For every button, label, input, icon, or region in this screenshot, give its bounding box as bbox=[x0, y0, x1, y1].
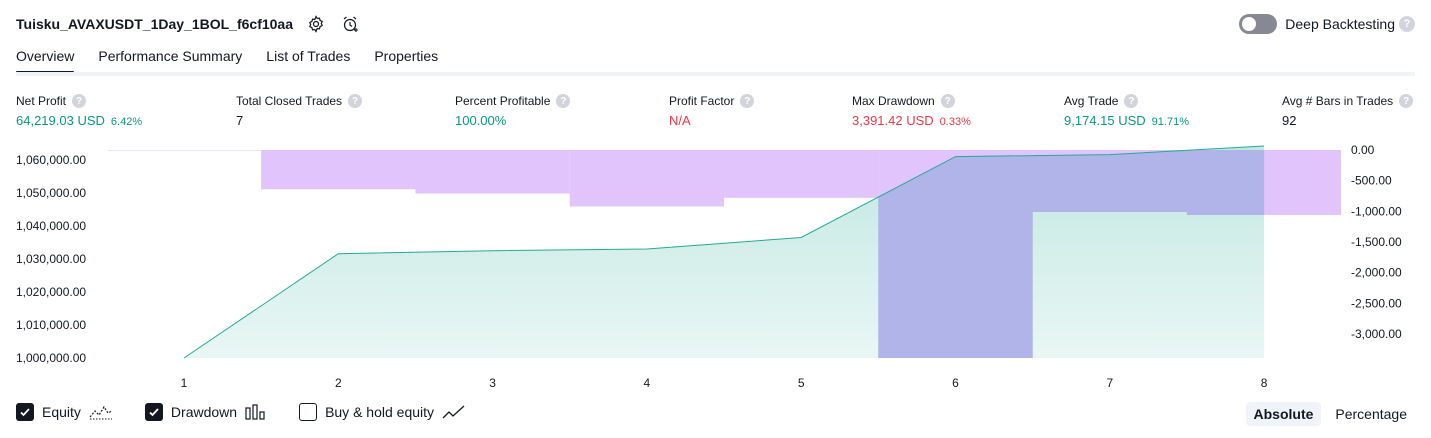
metric-max-drawdown: Max Drawdown? 3,391.42 USD 0.33% bbox=[852, 94, 971, 128]
x-axis-tick-label: 4 bbox=[644, 376, 651, 390]
x-axis-tick-label: 5 bbox=[798, 376, 805, 390]
help-icon[interactable]: ? bbox=[348, 94, 363, 108]
metric-avg-bars-in-trades: Avg # Bars in Trades? 92 bbox=[1282, 94, 1414, 128]
right-axis-tick-label: -2,000.00 bbox=[1351, 266, 1402, 280]
tab-overview[interactable]: Overview bbox=[16, 48, 75, 74]
metric-percent: 91.71% bbox=[1151, 116, 1189, 128]
help-icon[interactable]: ? bbox=[1124, 94, 1139, 108]
tab-properties[interactable]: Properties bbox=[374, 48, 438, 74]
equity-drawdown-chart[interactable]: 1,000,000.00 1,010,000.00 1,020,000.00 1,03… bbox=[0, 140, 1431, 395]
metric-total-closed-trades: Total Closed Trades? 7 bbox=[236, 94, 363, 128]
metric-avg-trade: Avg Trade? 9,174.15 USD 91.71% bbox=[1064, 94, 1189, 128]
toggle-knob bbox=[1242, 17, 1257, 31]
deep-backtesting-control: Deep Backtesting ? bbox=[1239, 14, 1415, 34]
buy-hold-line-icon bbox=[442, 404, 466, 420]
alarm-clock-icon[interactable] bbox=[339, 13, 361, 35]
help-icon[interactable]: ? bbox=[740, 94, 755, 108]
legend-equity[interactable]: Equity bbox=[16, 403, 113, 421]
right-axis-tick-label: -2,500.00 bbox=[1351, 296, 1402, 310]
metric-percent: 0.33% bbox=[939, 116, 971, 128]
metric-label: Profit Factor bbox=[669, 94, 735, 108]
metric-label: Max Drawdown bbox=[852, 94, 935, 108]
checkbox-unchecked-icon[interactable] bbox=[299, 403, 318, 421]
drawdown-bar bbox=[569, 150, 725, 207]
x-axis-tick-label: 1 bbox=[181, 376, 188, 390]
left-axis-tick-label: 1,030,000.00 bbox=[16, 252, 86, 266]
left-axis-tick-label: 1,040,000.00 bbox=[16, 219, 86, 233]
metric-value: 3,391.42 USD bbox=[852, 113, 934, 128]
metrics-row: Net Profit? 64,219.03 USD 6.42% Total Clo… bbox=[0, 94, 1431, 134]
x-axis-tick-label: 6 bbox=[952, 376, 959, 390]
legend-buy-hold-equity[interactable]: Buy & hold equity bbox=[299, 403, 466, 421]
strategy-title: Tuisku_AVAXUSDT_1Day_1BOL_f6cf10aa bbox=[16, 16, 293, 32]
tab-list-of-trades[interactable]: List of Trades bbox=[266, 48, 350, 74]
metric-net-profit: Net Profit? 64,219.03 USD 6.42% bbox=[16, 94, 142, 128]
left-axis-tick-label: 1,000,000.00 bbox=[16, 351, 86, 365]
metric-value: 100.00% bbox=[455, 113, 507, 128]
legend-drawdown[interactable]: Drawdown bbox=[144, 403, 267, 421]
left-axis-tick-label: 1,050,000.00 bbox=[16, 186, 86, 200]
left-axis-tick-label: 1,010,000.00 bbox=[16, 318, 86, 332]
metric-label: Avg # Bars in Trades bbox=[1282, 94, 1394, 108]
value-mode-switch: Absolute Percentage bbox=[1240, 402, 1416, 426]
deep-backtesting-label: Deep Backtesting bbox=[1285, 16, 1395, 32]
metric-value: 64,219.03 USD bbox=[16, 113, 105, 128]
metric-value: 92 bbox=[1282, 113, 1297, 128]
metric-percent: 6.42% bbox=[110, 116, 143, 128]
right-axis-tick-label: -1,500.00 bbox=[1351, 235, 1402, 249]
deep-backtesting-toggle[interactable] bbox=[1239, 14, 1278, 34]
equity-line-icon bbox=[89, 404, 113, 420]
x-axis-tick-label: 7 bbox=[1106, 376, 1113, 390]
checkbox-checked-icon[interactable] bbox=[144, 403, 163, 421]
drawdown-bar bbox=[261, 150, 416, 190]
help-icon[interactable]: ? bbox=[940, 94, 955, 108]
metric-value: N/A bbox=[669, 113, 691, 128]
settings-icon[interactable] bbox=[305, 13, 327, 35]
left-axis-tick-label: 1,060,000.00 bbox=[16, 153, 86, 167]
overlap-bar bbox=[1032, 150, 1187, 212]
help-icon[interactable]: ? bbox=[556, 94, 571, 108]
x-axis-tick-label: 3 bbox=[489, 376, 496, 390]
left-axis-tick-label: 1,020,000.00 bbox=[16, 285, 86, 299]
drawdown-bar bbox=[108, 150, 262, 151]
drawdown-bars-icon bbox=[245, 404, 267, 420]
mode-absolute-button[interactable]: Absolute bbox=[1245, 402, 1322, 426]
x-axis-tick-label: 8 bbox=[1261, 376, 1268, 390]
metric-label: Avg Trade bbox=[1064, 94, 1119, 108]
tab-performance-summary[interactable]: Performance Summary bbox=[98, 48, 242, 74]
x-axis-tick-label: 2 bbox=[335, 376, 342, 390]
right-axis-tick-label: -1,000.00 bbox=[1351, 204, 1402, 218]
chart-legend: Equity Drawdown Buy & hold equity bbox=[16, 403, 498, 421]
strategy-header: Tuisku_AVAXUSDT_1Day_1BOL_f6cf10aa bbox=[16, 12, 361, 36]
metric-value: 9,174.15 USD bbox=[1064, 113, 1146, 128]
tab-bar: Overview Performance Summary List of Tra… bbox=[16, 48, 462, 74]
metric-profit-factor: Profit Factor? N/A bbox=[669, 94, 755, 128]
legend-label: Drawdown bbox=[170, 404, 238, 420]
metric-label: Net Profit bbox=[16, 94, 67, 108]
metric-value: 7 bbox=[236, 113, 244, 128]
help-icon[interactable]: ? bbox=[1399, 16, 1415, 32]
metric-percent-profitable: Percent Profitable? 100.00% bbox=[455, 94, 571, 128]
help-icon[interactable]: ? bbox=[1399, 94, 1414, 108]
mode-percentage-button[interactable]: Percentage bbox=[1327, 402, 1415, 426]
metric-label: Total Closed Trades bbox=[236, 94, 343, 108]
checkbox-checked-icon[interactable] bbox=[16, 403, 34, 421]
right-axis-tick-label: 0.00 bbox=[1351, 143, 1375, 157]
drawdown-bar bbox=[415, 150, 570, 194]
right-axis-tick-label: -500.00 bbox=[1351, 174, 1392, 188]
drawdown-bar bbox=[724, 150, 879, 198]
legend-label: Buy & hold equity bbox=[325, 404, 435, 420]
metric-label: Percent Profitable bbox=[455, 94, 551, 108]
tabs-divider bbox=[16, 72, 1415, 76]
right-axis-tick-label: -3,000.00 bbox=[1351, 327, 1402, 341]
legend-label: Equity bbox=[42, 404, 81, 420]
help-icon[interactable]: ? bbox=[72, 94, 87, 108]
